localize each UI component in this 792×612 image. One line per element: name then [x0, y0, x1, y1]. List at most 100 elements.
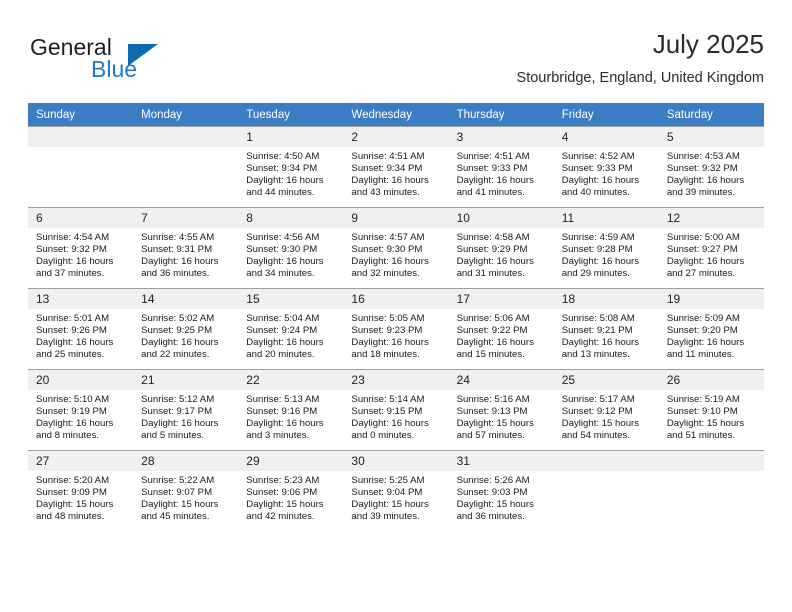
daylight-text-line2: and 0 minutes. — [351, 429, 415, 441]
daylight-text-line1: Daylight: 16 hours — [561, 174, 640, 186]
calendar-day-cell[interactable]: 19 Sunrise: 5:09 AM Sunset: 9:20 PM Dayligh… — [658, 288, 764, 370]
calendar-day-cell[interactable]: 18 Sunrise: 5:08 AM Sunset: 9:21 PM Dayligh… — [553, 288, 659, 370]
sunrise-text: Sunrise: 4:57 AM — [351, 232, 425, 243]
calendar-day-cell[interactable]: 16 Sunrise: 5:05 AM Sunset: 9:23 PM Dayligh… — [343, 288, 449, 370]
sunrise-text: Sunrise: 5:23 AM — [246, 475, 320, 486]
calendar-day-cell[interactable]: 6 Sunrise: 4:54 AM Sunset: 9:32 PM Daylight… — [28, 207, 134, 289]
sunset-text: Sunset: 9:24 PM — [246, 324, 318, 336]
day-details: Sunrise: 4:56 AM Sunset: 9:30 PM Daylight:… — [238, 228, 343, 280]
daylight-text-line1: Daylight: 16 hours — [141, 336, 219, 348]
daylight-text-line1: Daylight: 15 hours — [456, 417, 534, 429]
sunrise-text: Sunrise: 5:25 AM — [351, 475, 425, 486]
daylight-text-line1: Daylight: 16 hours — [351, 174, 429, 186]
day-details: Sunrise: 5:01 AM Sunset: 9:26 PM Daylight:… — [28, 309, 133, 361]
calendar-day-cell[interactable]: 15 Sunrise: 5:04 AM Sunset: 9:24 PM Dayligh… — [238, 288, 344, 370]
daylight-text-line2: and 44 minutes. — [246, 186, 315, 198]
sunrise-text: Sunrise: 5:19 AM — [666, 394, 740, 405]
calendar-day-cell[interactable]: 9 Sunrise: 4:57 AM Sunset: 9:30 PM Daylight… — [343, 207, 449, 289]
daylight-text-line1: Daylight: 16 hours — [36, 336, 114, 348]
day-number — [553, 451, 659, 471]
sunset-text: Sunset: 9:06 PM — [246, 486, 318, 498]
calendar-day-cell[interactable]: 8 Sunrise: 4:56 AM Sunset: 9:30 PM Daylight… — [238, 207, 344, 289]
calendar-day-cell[interactable]: 12 Sunrise: 5:00 AM Sunset: 9:27 PM Dayligh… — [658, 207, 764, 289]
sunrise-text: Sunrise: 5:09 AM — [666, 313, 740, 324]
calendar-day-cell[interactable]: 1 Sunrise: 4:50 AM Sunset: 9:34 PM Daylight… — [238, 126, 344, 208]
calendar-day-cell[interactable]: 27 Sunrise: 5:20 AM Sunset: 9:09 PM Dayligh… — [28, 450, 134, 531]
calendar-day-cell[interactable]: 30 Sunrise: 5:25 AM Sunset: 9:04 PM Dayligh… — [343, 450, 449, 531]
calendar-day-cell[interactable]: 26 Sunrise: 5:19 AM Sunset: 9:10 PM Dayligh… — [658, 369, 764, 451]
daylight-text-line2: and 42 minutes. — [246, 510, 315, 522]
day-number: 23 — [343, 370, 449, 390]
sunrise-text: Sunrise: 5:08 AM — [561, 313, 635, 324]
daylight-text-line2: and 18 minutes. — [351, 348, 420, 360]
daylight-text-line2: and 48 minutes. — [36, 510, 105, 522]
sunset-text: Sunset: 9:17 PM — [141, 405, 213, 417]
calendar-day-cell[interactable]: 24 Sunrise: 5:16 AM Sunset: 9:13 PM Dayligh… — [448, 369, 554, 451]
calendar-day-cell[interactable]: 5 Sunrise: 4:53 AM Sunset: 9:32 PM Daylight… — [658, 126, 764, 208]
calendar-page: General Blue July 2025 Stourbridge, Engl… — [0, 0, 792, 612]
day-details: Sunrise: 4:55 AM Sunset: 9:31 PM Daylight:… — [133, 228, 238, 280]
sunset-text: Sunset: 9:09 PM — [36, 486, 107, 498]
calendar-day-cell[interactable]: 28 Sunrise: 5:22 AM Sunset: 9:07 PM Dayligh… — [133, 450, 239, 531]
day-number: 14 — [133, 289, 239, 309]
calendar-day-cell[interactable]: 20 Sunrise: 5:10 AM Sunset: 9:19 PM Dayligh… — [28, 369, 134, 451]
calendar-day-cell[interactable]: 10 Sunrise: 4:58 AM Sunset: 9:29 PM Dayligh… — [448, 207, 554, 289]
calendar-day-cell[interactable]: 3 Sunrise: 4:51 AM Sunset: 9:33 PM Daylight… — [448, 126, 554, 208]
day-number: 31 — [448, 451, 554, 471]
calendar-day-cell[interactable]: 25 Sunrise: 5:17 AM Sunset: 9:12 PM Dayligh… — [553, 369, 659, 451]
day-details: Sunrise: 4:58 AM Sunset: 9:29 PM Daylight:… — [449, 228, 554, 280]
calendar-day-cell[interactable]: 14 Sunrise: 5:02 AM Sunset: 9:25 PM Dayligh… — [133, 288, 239, 370]
calendar-body: 1 Sunrise: 4:50 AM Sunset: 9:34 PM Daylight… — [28, 126, 764, 531]
daylight-text-line2: and 57 minutes. — [456, 429, 525, 441]
day-number: 1 — [238, 127, 344, 147]
daylight-text-line2: and 51 minutes. — [666, 429, 736, 441]
calendar-day-cell[interactable]: 17 Sunrise: 5:06 AM Sunset: 9:22 PM Dayligh… — [448, 288, 554, 370]
daylight-text-line1: Daylight: 15 hours — [36, 498, 114, 510]
day-number: 17 — [448, 289, 554, 309]
daylight-text-line2: and 20 minutes. — [246, 348, 315, 360]
day-number — [133, 127, 239, 147]
calendar-day-cell[interactable]: 21 Sunrise: 5:12 AM Sunset: 9:17 PM Dayligh… — [133, 369, 239, 451]
daylight-text-line1: Daylight: 15 hours — [456, 498, 534, 510]
day-details: Sunrise: 5:14 AM Sunset: 9:15 PM Daylight:… — [343, 390, 448, 442]
daylight-text-line2: and 3 minutes. — [246, 429, 310, 441]
daylight-text-line2: and 43 minutes. — [351, 186, 420, 198]
calendar-day-cell[interactable]: 29 Sunrise: 5:23 AM Sunset: 9:06 PM Dayligh… — [238, 450, 344, 531]
sunrise-text: Sunrise: 5:17 AM — [561, 394, 635, 405]
day-details: Sunrise: 5:13 AM Sunset: 9:16 PM Daylight:… — [238, 390, 343, 442]
calendar-grid: Sunday Monday Tuesday Wednesday Thursday… — [28, 103, 764, 531]
calendar-day-cell[interactable]: 4 Sunrise: 4:52 AM Sunset: 9:33 PM Daylight… — [553, 126, 659, 208]
calendar-day-cell[interactable]: 13 Sunrise: 5:01 AM Sunset: 9:26 PM Dayligh… — [28, 288, 134, 370]
daylight-text-line2: and 32 minutes. — [351, 267, 420, 279]
daylight-text-line1: Daylight: 15 hours — [351, 498, 429, 510]
day-number: 18 — [553, 289, 659, 309]
sunrise-text: Sunrise: 5:20 AM — [36, 475, 110, 486]
sunset-text: Sunset: 9:15 PM — [351, 405, 423, 417]
sunset-text: Sunset: 9:03 PM — [456, 486, 528, 498]
daylight-text-line2: and 5 minutes. — [141, 429, 205, 441]
sunset-text: Sunset: 9:33 PM — [456, 162, 528, 174]
daylight-text-line1: Daylight: 16 hours — [666, 174, 745, 186]
sunrise-text: Sunrise: 5:26 AM — [456, 475, 530, 486]
calendar-day-cell[interactable]: 22 Sunrise: 5:13 AM Sunset: 9:16 PM Dayligh… — [238, 369, 344, 451]
calendar-day-cell[interactable]: 23 Sunrise: 5:14 AM Sunset: 9:15 PM Dayligh… — [343, 369, 449, 451]
day-number: 2 — [343, 127, 449, 147]
weekday-header-monday: Monday — [133, 103, 239, 127]
calendar-day-cell[interactable]: 31 Sunrise: 5:26 AM Sunset: 9:03 PM Dayligh… — [448, 450, 554, 531]
sunrise-text: Sunrise: 5:02 AM — [141, 313, 215, 324]
daylight-text-line1: Daylight: 16 hours — [246, 255, 324, 267]
calendar-day-cell[interactable]: 11 Sunrise: 4:59 AM Sunset: 9:28 PM Dayligh… — [553, 207, 659, 289]
calendar-cell-empty — [553, 450, 659, 531]
daylight-text-line2: and 54 minutes. — [561, 429, 630, 441]
sunset-text: Sunset: 9:13 PM — [456, 405, 528, 417]
sunrise-text: Sunrise: 5:04 AM — [246, 313, 320, 324]
calendar-day-cell[interactable]: 7 Sunrise: 4:55 AM Sunset: 9:31 PM Daylight… — [133, 207, 239, 289]
calendar-day-cell[interactable]: 2 Sunrise: 4:51 AM Sunset: 9:34 PM Daylight… — [343, 126, 449, 208]
daylight-text-line1: Daylight: 16 hours — [141, 255, 219, 267]
day-number: 25 — [553, 370, 659, 390]
sunset-text: Sunset: 9:34 PM — [246, 162, 318, 174]
daylight-text-line1: Daylight: 15 hours — [561, 417, 640, 429]
daylight-text-line1: Daylight: 16 hours — [36, 255, 114, 267]
daylight-text-line1: Daylight: 16 hours — [351, 417, 429, 429]
title-block: July 2025 Stourbridge, England, United K… — [517, 28, 764, 89]
